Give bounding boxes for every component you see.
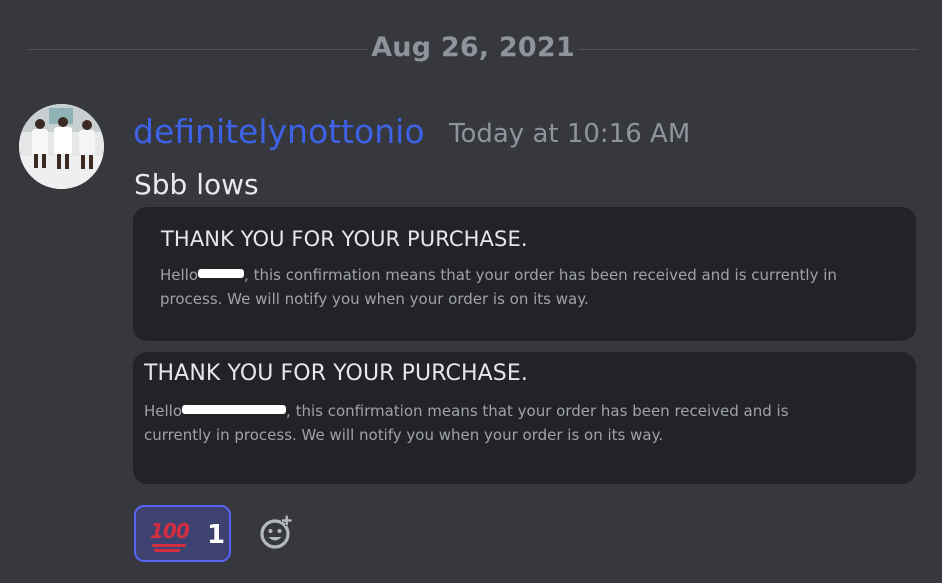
- embed-body-text: , this confirmation means that your orde…: [160, 266, 837, 308]
- embed-title: THANK YOU FOR YOUR PURCHASE.: [144, 361, 528, 386]
- add-reaction-button[interactable]: [258, 513, 296, 551]
- username[interactable]: definitelynottonio: [133, 112, 425, 151]
- date-divider-label: Aug 26, 2021: [371, 32, 575, 63]
- message-content: Sbb lows: [134, 168, 259, 201]
- embed-card: THANK YOU FOR YOUR PURCHASE. Hello, this…: [133, 207, 916, 341]
- avatar[interactable]: [19, 104, 104, 189]
- emoji-underline: [152, 544, 186, 547]
- embed-description: Hello, this confirmation means that your…: [144, 399, 844, 447]
- embed-title: THANK YOU FOR YOUR PURCHASE.: [161, 227, 528, 251]
- embed-greeting: Hello: [144, 402, 183, 420]
- emoji-underline: [154, 549, 180, 552]
- embed-greeting: Hello: [160, 266, 199, 284]
- reaction-button[interactable]: 100 1: [134, 505, 231, 562]
- embed-description: Hello, this confirmation means that your…: [160, 263, 880, 311]
- date-divider-line-left: [28, 49, 368, 50]
- add-reaction-icon: [260, 515, 292, 549]
- redacted-name: [182, 405, 287, 414]
- redacted-name: [198, 269, 245, 278]
- embed-card: THANK YOU FOR YOUR PURCHASE. Hello, this…: [133, 352, 916, 484]
- message-timestamp: Today at 10:16 AM: [449, 119, 691, 149]
- hundred-points-emoji-icon: 100: [150, 519, 190, 543]
- reaction-count: 1: [207, 520, 226, 550]
- date-divider-line-right: [578, 49, 918, 50]
- avatar-image: [19, 104, 104, 189]
